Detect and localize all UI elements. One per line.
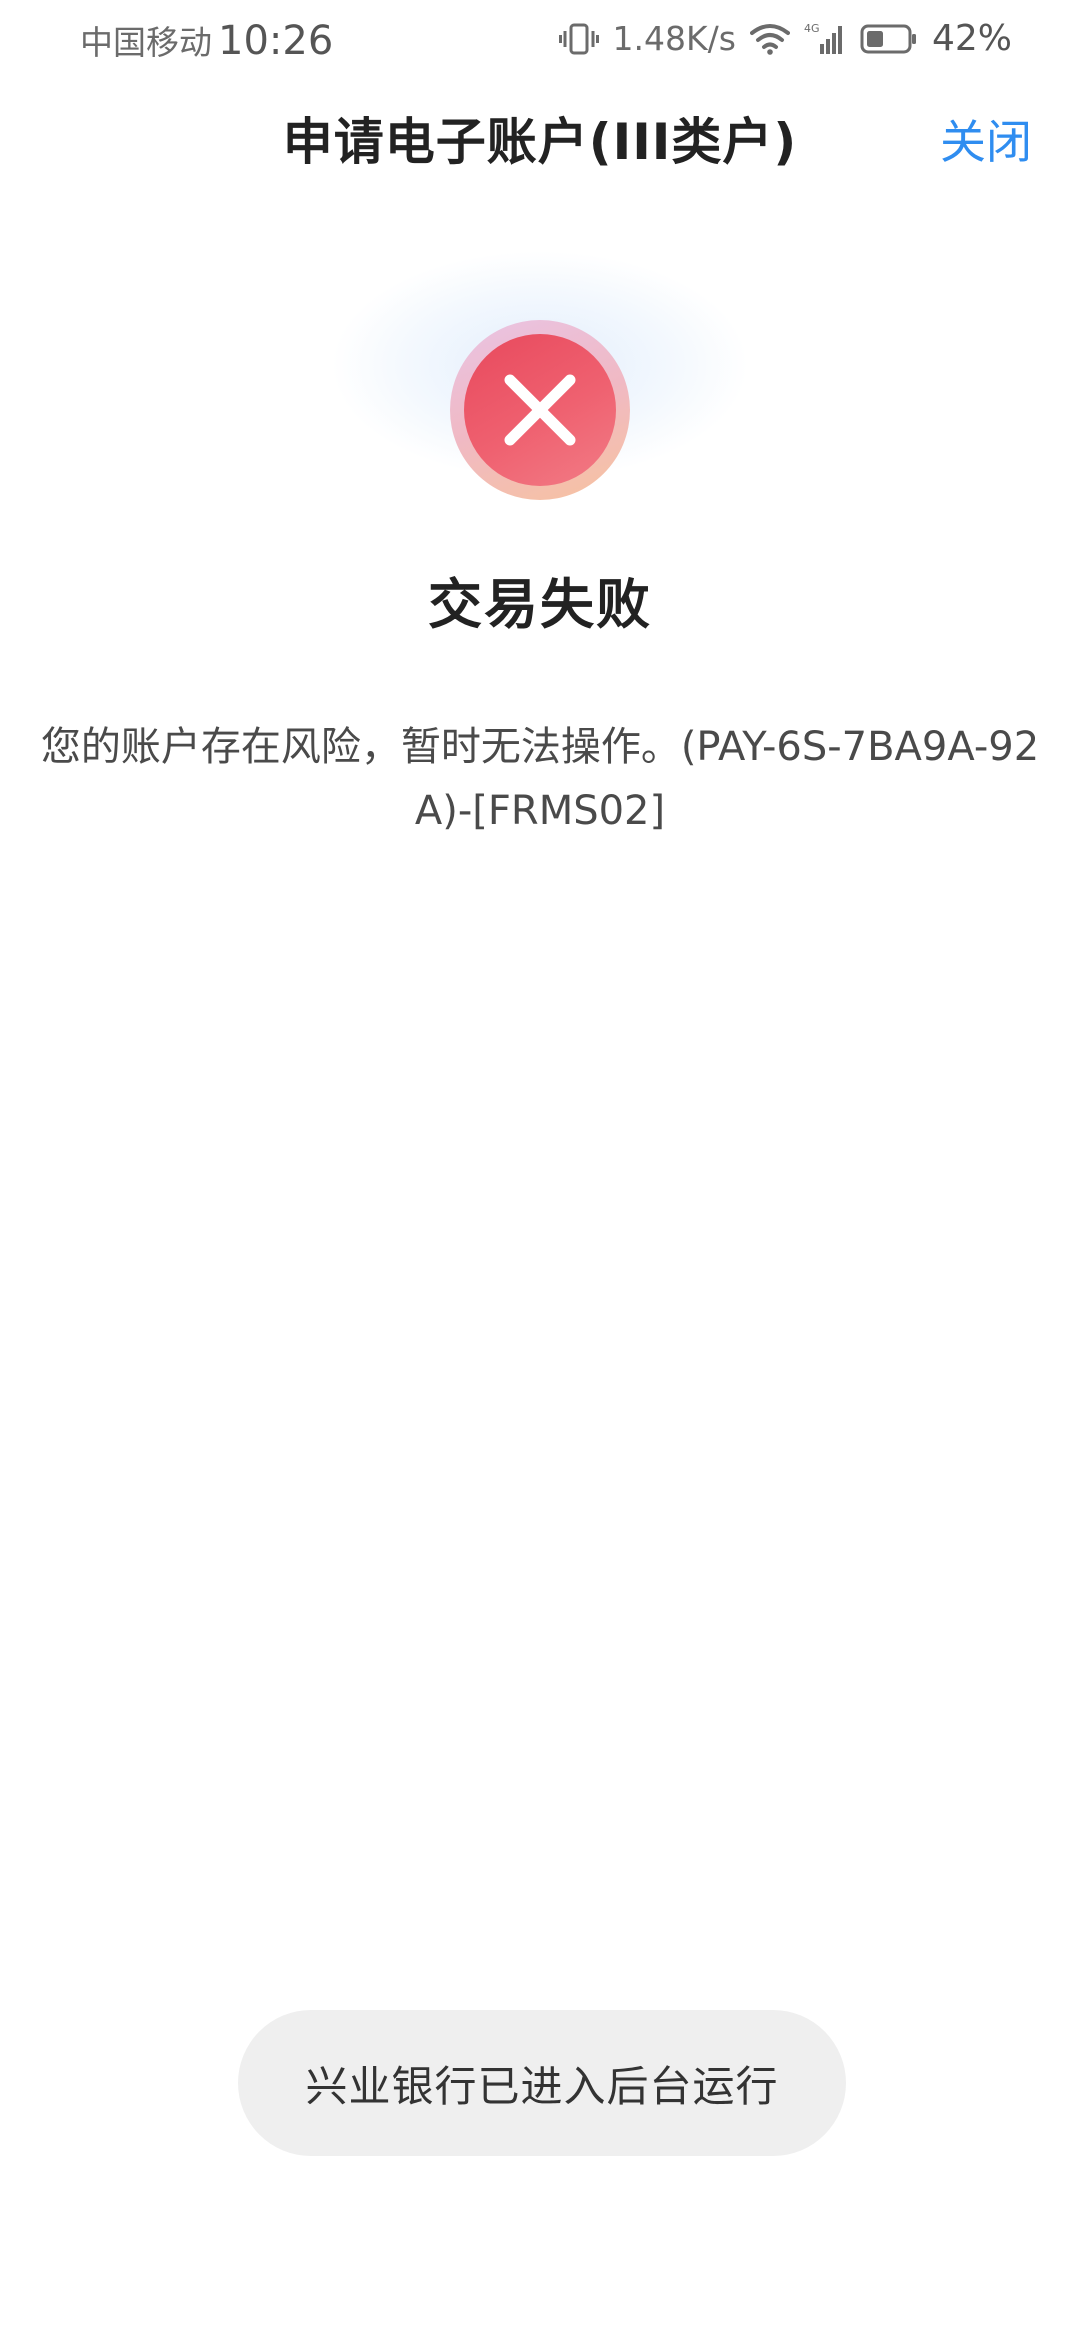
status-right: 1.48K/s 4G 42% (558, 18, 1012, 59)
close-button[interactable]: 关闭 (940, 106, 1032, 172)
signal-icon: 4G (804, 22, 846, 56)
clock-time: 10:26 (218, 18, 334, 64)
toast-text: 兴业银行已进入后台运行 (305, 2061, 779, 2111)
battery-icon (860, 23, 918, 55)
fail-status-icon (450, 320, 630, 500)
vibrate-icon (558, 22, 599, 56)
nav-bar: 申请电子账户(III类户) 关闭 (0, 90, 1080, 186)
battery-percent: 42% (931, 18, 1012, 59)
status-left: 中国移动 10:26 (80, 16, 333, 64)
result-title: 交易失败 (428, 573, 652, 636)
result-message: 您的账户存在风险，暂时无法操作。(PAY-6S-7BA9A-92A)-[FRMS… (40, 724, 1040, 834)
toast: 兴业银行已进入后台运行 (238, 2010, 846, 2156)
carrier-name: 中国移动 (80, 23, 212, 62)
status-bar: 中国移动 10:26 1.48K/s 4G 42% (0, 0, 1080, 80)
wifi-icon (749, 23, 790, 55)
network-type-label: 4G (804, 22, 820, 35)
fail-icon-circle (464, 334, 616, 486)
network-speed: 1.48K/s (612, 19, 736, 58)
page-title: 申请电子账户(III类户) (282, 113, 798, 171)
